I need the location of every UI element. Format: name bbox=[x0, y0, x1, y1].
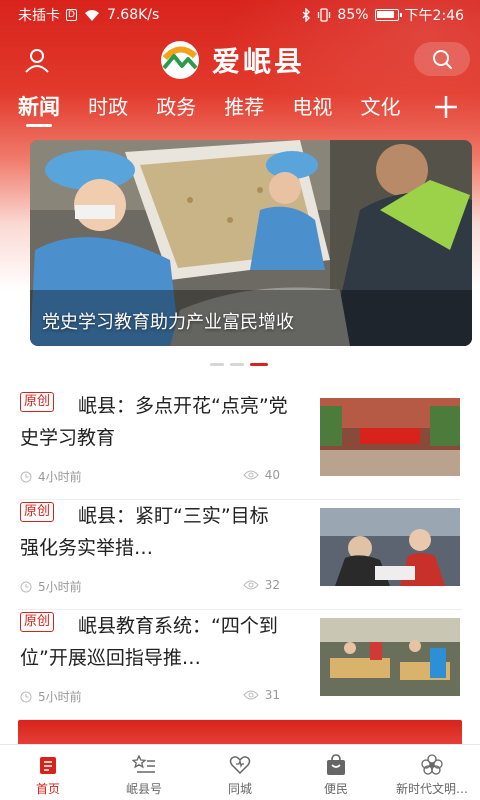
news-thumbnail-image bbox=[320, 618, 460, 696]
clock: 下午2:46 bbox=[404, 8, 464, 24]
publish-time: 4小时前 bbox=[20, 468, 82, 485]
user-profile-button[interactable] bbox=[22, 46, 52, 76]
banner-caption: 党史学习教育助力产业富民增收 bbox=[42, 312, 294, 333]
carousel-dot-active bbox=[250, 363, 268, 366]
heart-icon bbox=[229, 756, 251, 775]
view-count: 40 bbox=[243, 468, 280, 482]
nav-same-city-label: 同城 bbox=[227, 782, 252, 796]
views-text: 32 bbox=[264, 578, 280, 592]
network-speed: 7.68K/s bbox=[106, 7, 160, 23]
home-icon bbox=[40, 757, 56, 774]
battery-icon bbox=[374, 9, 402, 21]
battery-percent: 85% bbox=[337, 7, 369, 23]
app-logo: 爱岷县 bbox=[160, 40, 305, 80]
nav-county-accounts[interactable]: 岷县号 bbox=[96, 745, 192, 800]
logo-mark-icon bbox=[161, 41, 199, 79]
news-thumbnail[interactable] bbox=[320, 618, 460, 696]
clock-icon bbox=[20, 581, 32, 592]
news-item[interactable]: 原创 岷县：多点开花“点亮”党史学习教育 4小时前 40 bbox=[18, 390, 462, 500]
nav-services[interactable]: 便民 bbox=[288, 745, 384, 800]
news-item[interactable]: 原创 岷县：紧盯“三实”目标 强化务实举措… 5小时前 32 bbox=[18, 500, 462, 610]
status-left: 未插卡 D 7.68K/s bbox=[18, 5, 159, 25]
eye-icon bbox=[243, 690, 259, 700]
bluetooth-icon bbox=[302, 8, 311, 22]
user-icon bbox=[25, 49, 49, 73]
search-button[interactable] bbox=[414, 42, 470, 76]
search-icon bbox=[433, 50, 452, 69]
news-meta: 5小时前 31 bbox=[20, 688, 280, 706]
nav-civilization-label: 新时代文明… bbox=[395, 782, 468, 796]
tab-news[interactable]: 新闻 bbox=[18, 92, 60, 127]
carousel-indicator bbox=[210, 363, 268, 366]
bottom-navigation: 首页 岷县号 同城 便民 新时代文明… bbox=[0, 744, 480, 800]
tab-recommended[interactable]: 推荐 bbox=[224, 92, 264, 122]
carousel-dot bbox=[230, 363, 244, 366]
view-count: 31 bbox=[243, 688, 280, 702]
star-list-icon bbox=[132, 754, 155, 773]
nav-home[interactable]: 首页 bbox=[0, 745, 96, 800]
publish-time: 5小时前 bbox=[20, 688, 82, 705]
nav-civilization[interactable]: 新时代文明… bbox=[384, 745, 480, 800]
news-meta: 5小时前 32 bbox=[20, 578, 280, 596]
publish-time: 5小时前 bbox=[20, 578, 82, 595]
nav-county-accounts-label: 岷县号 bbox=[125, 782, 162, 796]
vibrate-icon bbox=[318, 8, 331, 22]
nav-services-label: 便民 bbox=[323, 782, 348, 796]
tab-culture[interactable]: 文化 bbox=[360, 92, 400, 122]
news-title[interactable]: 岷县教育系统：“四个到位”开展巡回指导推… bbox=[20, 610, 290, 674]
views-text: 40 bbox=[264, 468, 280, 482]
clock-icon bbox=[20, 691, 32, 702]
news-meta: 4小时前 40 bbox=[20, 468, 280, 486]
category-tabs: 新闻 时政 政务 推荐 电视 文化 bbox=[18, 92, 418, 128]
flower-icon bbox=[421, 754, 443, 775]
app-title: 爱岷县 bbox=[212, 45, 306, 78]
status-bar: 未插卡 D 7.68K/s 85% 下午2:46 bbox=[0, 0, 480, 28]
nav-home-label: 首页 bbox=[35, 782, 60, 796]
news-title[interactable]: 岷县：紧盯“三实”目标 强化务实举措… bbox=[20, 500, 290, 564]
time-text: 5小时前 bbox=[38, 580, 82, 594]
carousel-dot bbox=[210, 363, 224, 366]
add-tab-button[interactable] bbox=[432, 92, 460, 122]
news-thumbnail-image bbox=[320, 508, 460, 586]
clock-icon bbox=[20, 471, 32, 482]
news-item[interactable]: 原创 岷县教育系统：“四个到位”开展巡回指导推… 5小时前 31 bbox=[18, 610, 462, 720]
time-text: 5小时前 bbox=[38, 690, 82, 704]
tab-government[interactable]: 政务 bbox=[156, 92, 196, 122]
wifi-icon bbox=[84, 10, 99, 21]
eye-icon bbox=[243, 470, 259, 480]
nav-same-city[interactable]: 同城 bbox=[192, 745, 288, 800]
bag-icon bbox=[327, 754, 345, 775]
eye-icon bbox=[243, 580, 259, 590]
tab-tv[interactable]: 电视 bbox=[292, 92, 332, 122]
views-text: 31 bbox=[264, 688, 280, 702]
sim-badge: D bbox=[66, 9, 77, 21]
news-thumbnail[interactable] bbox=[320, 508, 460, 586]
banner-carousel[interactable]: 党史学习教育助力产业富民增收 bbox=[30, 140, 472, 346]
view-count: 32 bbox=[243, 578, 280, 592]
time-text: 4小时前 bbox=[38, 470, 82, 484]
tab-politics[interactable]: 时政 bbox=[88, 92, 128, 122]
plus-icon bbox=[435, 96, 457, 118]
carrier-text: 未插卡 bbox=[18, 8, 60, 24]
news-thumbnail[interactable] bbox=[320, 398, 460, 476]
news-title[interactable]: 岷县：多点开花“点亮”党史学习教育 bbox=[20, 390, 290, 454]
news-thumbnail-image bbox=[320, 398, 460, 476]
status-right: 85% 下午2:46 bbox=[301, 5, 464, 25]
